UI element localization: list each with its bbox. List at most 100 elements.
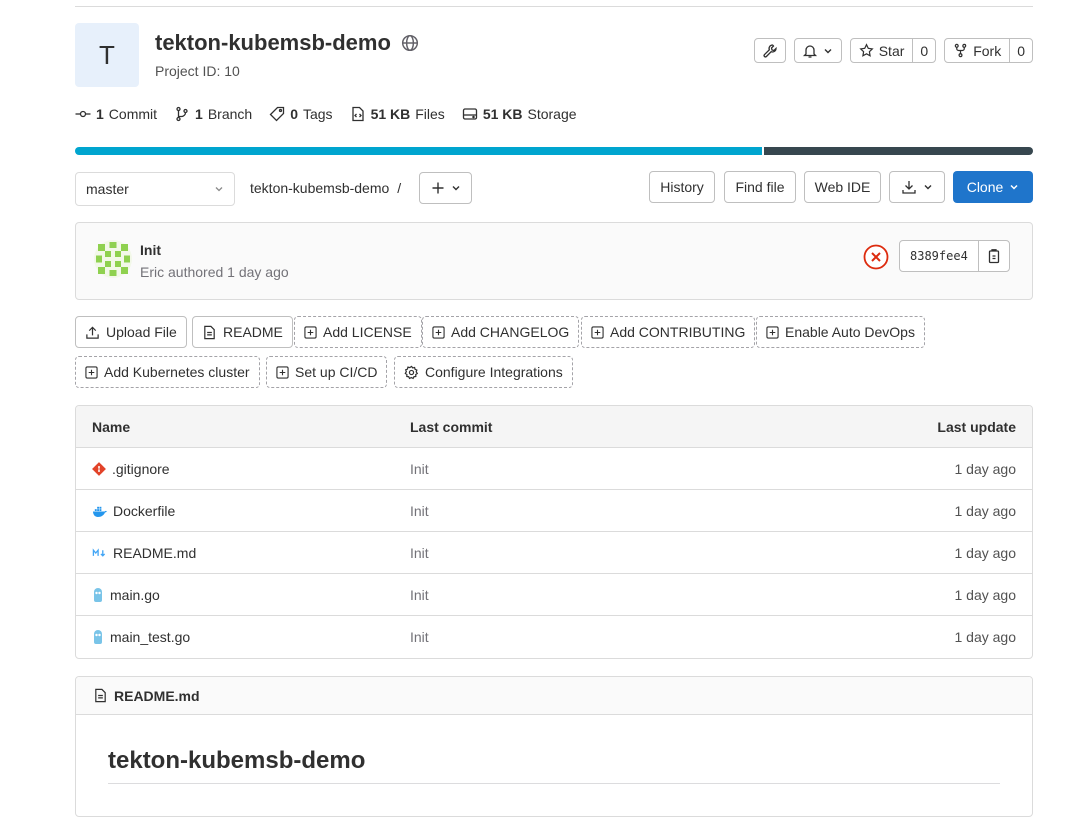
table-row[interactable]: main.go Init 1 day ago — [76, 574, 1032, 616]
document-icon — [202, 325, 217, 340]
breadcrumb-separator: / — [397, 180, 402, 196]
file-commit-message[interactable]: Init — [410, 503, 429, 519]
find-file-button[interactable]: Find file — [724, 171, 796, 203]
file-name-cell[interactable]: main_test.go — [92, 629, 190, 645]
configure-integrations-label: Configure Integrations — [425, 364, 563, 380]
setup-cicd-button[interactable]: Set up CI/CD — [266, 356, 388, 388]
storage-size: 51 KB — [482, 106, 523, 122]
commit-sha[interactable]: 8389fee4 — [900, 241, 978, 271]
file-commit-message[interactable]: Init — [410, 461, 429, 477]
notifications-dropdown[interactable] — [793, 38, 842, 63]
star-icon — [859, 43, 874, 58]
table-row[interactable]: Dockerfile Init 1 day ago — [76, 490, 1032, 532]
readme-heading-rule — [108, 783, 1000, 784]
fork-button-group: Fork 0 — [944, 38, 1033, 63]
pipeline-failed-icon[interactable] — [863, 244, 889, 270]
stat-tags[interactable]: 0 Tags — [269, 106, 333, 122]
file-updated-time: 1 day ago — [954, 461, 1017, 477]
file-commit-message[interactable]: Init — [410, 629, 429, 645]
commits-count: 1 — [96, 106, 104, 122]
file-name-cell[interactable]: Dockerfile — [92, 503, 175, 519]
table-row[interactable]: README.md Init 1 day ago — [76, 532, 1032, 574]
file-updated-time: 1 day ago — [954, 587, 1017, 603]
web-ide-button[interactable]: Web IDE — [804, 171, 881, 203]
file-name-cell[interactable]: .gitignore — [92, 461, 170, 477]
table-row[interactable]: main_test.go Init 1 day ago — [76, 616, 1032, 658]
tags-label: Tags — [302, 106, 333, 122]
copy-sha-button[interactable] — [977, 241, 1009, 271]
star-button-group: Star 0 — [849, 38, 937, 63]
git-icon — [92, 462, 106, 476]
docker-icon — [92, 505, 107, 518]
chevron-down-icon — [451, 183, 461, 193]
settings-icon — [404, 365, 419, 380]
readme-button[interactable]: README — [192, 316, 293, 348]
column-header-last-update: Last update — [937, 419, 1016, 435]
file-name: Dockerfile — [113, 503, 176, 519]
file-commit-message[interactable]: Init — [410, 587, 429, 603]
clone-dropdown[interactable]: Clone — [953, 171, 1033, 203]
plus-square-icon — [304, 325, 317, 339]
add-to-tree-dropdown[interactable] — [419, 172, 472, 204]
file-tree-table: Name Last commit Last update .gitignore … — [75, 405, 1033, 659]
configure-integrations-button[interactable]: Configure Integrations — [394, 356, 573, 388]
plus-square-icon — [85, 365, 98, 379]
fork-button[interactable]: Fork — [945, 39, 1009, 62]
fork-icon — [953, 43, 968, 58]
breadcrumb-project[interactable]: tekton-kubemsb-demo — [250, 180, 389, 196]
branches-count: 1 — [195, 106, 203, 122]
plus-icon — [431, 181, 445, 195]
upload-file-button[interactable]: Upload File — [75, 316, 187, 348]
table-row[interactable]: .gitignore Init 1 day ago — [76, 448, 1032, 490]
download-dropdown[interactable] — [889, 171, 945, 203]
file-name-cell[interactable]: main.go — [92, 587, 160, 603]
star-button[interactable]: Star — [851, 39, 913, 62]
branch-name: master — [86, 181, 129, 197]
stat-files[interactable]: 51 KB Files — [350, 106, 445, 122]
markdown-icon — [92, 548, 107, 558]
add-contributing-button[interactable]: Add CONTRIBUTING — [581, 316, 756, 348]
history-button[interactable]: History — [649, 171, 715, 203]
settings-button[interactable] — [753, 38, 786, 63]
last-commit-panel: Init Eric authored 1 day ago 8389fee4 — [75, 222, 1033, 300]
branch-selector[interactable]: master — [75, 172, 235, 206]
download-icon — [901, 179, 917, 195]
wrench-icon — [762, 43, 778, 59]
plus-square-icon — [591, 325, 604, 339]
add-changelog-label: Add CHANGELOG — [451, 324, 570, 340]
file-updated-time: 1 day ago — [954, 503, 1017, 519]
repository-languages-bar[interactable] — [75, 147, 1033, 155]
top-divider — [75, 6, 1033, 7]
project-avatar[interactable]: T — [75, 23, 139, 87]
upload-file-label: Upload File — [106, 324, 177, 340]
file-name: .gitignore — [112, 461, 170, 477]
add-changelog-button[interactable]: Add CHANGELOG — [422, 316, 580, 348]
add-license-label: Add LICENSE — [323, 324, 412, 340]
stat-branches[interactable]: 1 Branch — [174, 106, 252, 122]
header-actions: Star 0 Fork 0 — [753, 38, 1033, 63]
chevron-down-icon — [923, 182, 933, 192]
file-updated-time: 1 day ago — [954, 545, 1017, 561]
project-name: tekton-kubemsb-demo — [155, 30, 391, 55]
plus-square-icon — [766, 325, 779, 339]
file-name-cell[interactable]: README.md — [92, 545, 196, 561]
language-segment-secondary[interactable] — [763, 147, 1033, 155]
stat-commits[interactable]: 1 Commit — [75, 106, 157, 122]
file-commit-message[interactable]: Init — [410, 545, 429, 561]
file-updated-time: 1 day ago — [954, 629, 1017, 645]
add-kubernetes-cluster-button[interactable]: Add Kubernetes cluster — [75, 356, 260, 388]
commit-title[interactable]: Init — [140, 242, 161, 258]
copy-icon — [986, 248, 1002, 264]
stat-storage[interactable]: 51 KB Storage — [462, 106, 577, 122]
enable-auto-devops-button[interactable]: Enable Auto DevOps — [756, 316, 925, 348]
language-segment-primary[interactable] — [75, 147, 762, 155]
plus-square-icon — [276, 365, 289, 379]
fork-count[interactable]: 0 — [1009, 39, 1032, 62]
chevron-down-icon — [214, 184, 224, 194]
star-count[interactable]: 0 — [912, 39, 935, 62]
add-license-button[interactable]: Add LICENSE — [294, 316, 422, 348]
author-avatar[interactable] — [94, 240, 132, 278]
readme-filename[interactable]: README.md — [114, 688, 200, 704]
storage-label: Storage — [527, 106, 577, 122]
file-name: main_test.go — [110, 629, 191, 645]
